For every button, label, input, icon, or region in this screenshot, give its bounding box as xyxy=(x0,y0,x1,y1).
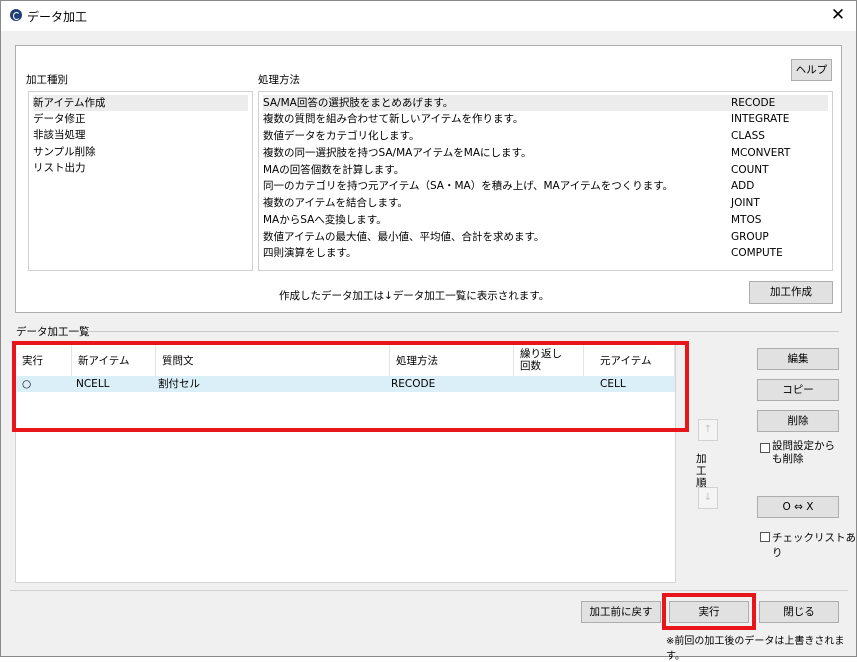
order-label: 加工順 xyxy=(696,453,707,489)
method-desc: 複数の同一選択肢を持つSA/MAアイテムをMAにします。 xyxy=(263,147,532,159)
move-up-button[interactable]: ↑ xyxy=(698,419,718,441)
type-item[interactable]: 非該当処理 xyxy=(33,127,86,143)
method-listbox[interactable]: SA/MA回答の選択肢をまとめあげます。 RECODE 複数の質問を組み合わせて新… xyxy=(258,91,833,271)
overwrite-note: ※前回の加工後のデータは上書きされます。 xyxy=(666,636,845,662)
method-desc: 同一のカテゴリを持つ元アイテム（SA・MA）を積み上げ、MAアイテムをつくります… xyxy=(263,180,674,192)
list-group-label: データ加工一覧 xyxy=(16,326,90,338)
method-item[interactable]: 複数のアイテムを結合します。 JOINT xyxy=(263,195,828,211)
method-desc: 数値アイテムの最大値、最小値、平均値、合計を求めます。 xyxy=(263,231,545,243)
type-item[interactable]: データ修正 xyxy=(33,111,86,127)
method-desc: 複数のアイテムを結合します。 xyxy=(263,197,408,209)
run-highlight-box xyxy=(662,593,756,630)
method-item[interactable]: 四則演算をします。 COMPUTE xyxy=(263,245,828,261)
method-item[interactable]: 同一のカテゴリを持つ元アイテム（SA・MA）を積み上げ、MAアイテムをつくります… xyxy=(263,178,828,194)
method-item[interactable]: MAからSAへ変換します。 MTOS xyxy=(263,212,828,228)
method-desc: 数値データをカテゴリ化します。 xyxy=(263,130,420,142)
highlight-box xyxy=(12,341,689,432)
method-name: MCONVERT xyxy=(731,147,791,159)
create-button[interactable]: 加工作成 xyxy=(749,281,833,304)
method-desc: SA/MA回答の選択肢をまとめあげます。 xyxy=(263,97,454,109)
footer-divider xyxy=(10,590,848,591)
method-item[interactable]: 数値アイテムの最大値、最小値、平均値、合計を求めます。 GROUP xyxy=(263,229,828,245)
type-listbox[interactable]: 新アイテム作成 データ修正 非該当処理 サンプル削除 リスト出力 xyxy=(28,91,253,271)
delete-setting-label: 設問設定からも削除 xyxy=(772,440,835,465)
method-desc: MAからSAへ変換します。 xyxy=(263,214,387,226)
title-bar: データ加工 ✕ xyxy=(1,1,856,31)
delete-setting-checkbox[interactable] xyxy=(760,443,770,453)
close-button[interactable]: 閉じる xyxy=(759,601,839,623)
method-name: RECODE xyxy=(731,97,776,109)
method-item[interactable]: MAの回答個数を計算します。 COUNT xyxy=(263,162,828,178)
method-name: GROUP xyxy=(731,231,769,243)
method-name: COUNT xyxy=(731,164,769,176)
method-label: 処理方法 xyxy=(258,74,300,86)
type-label: 加工種別 xyxy=(26,74,68,86)
method-name: INTEGRATE xyxy=(731,113,790,125)
method-item[interactable]: SA/MA回答の選択肢をまとめあげます。 RECODE xyxy=(263,95,828,111)
toggle-ox-button[interactable]: O ⇔ X xyxy=(757,496,839,518)
copy-button[interactable]: コピー xyxy=(757,379,839,401)
type-item[interactable]: サンプル削除 xyxy=(33,144,96,160)
method-item[interactable]: 複数の同一選択肢を持つSA/MAアイテムをMAにします。 MCONVERT xyxy=(263,145,828,161)
method-selection-panel: 加工種別 処理方法 ヘルプ 新アイテム作成 データ修正 非該当処理 サンプル削除… xyxy=(15,45,842,313)
delete-button[interactable]: 削除 xyxy=(757,410,839,432)
method-item[interactable]: 数値データをカテゴリ化します。 CLASS xyxy=(263,128,828,144)
info-text: 作成したデータ加工は↓データ加工一覧に表示されます。 xyxy=(279,290,550,302)
method-desc: MAの回答個数を計算します。 xyxy=(263,164,405,176)
data-processing-dialog: データ加工 ✕ 加工種別 処理方法 ヘルプ 新アイテム作成 データ修正 非該当処… xyxy=(0,0,857,662)
type-item[interactable]: リスト出力 xyxy=(33,160,86,176)
method-name: JOINT xyxy=(731,197,760,209)
method-name: COMPUTE xyxy=(731,247,783,259)
edit-button[interactable]: 編集 xyxy=(757,348,839,370)
method-item[interactable]: 複数の質問を組み合わせて新しいアイテムを作ります。 INTEGRATE xyxy=(263,111,828,127)
window-title: データ加工 xyxy=(27,10,88,24)
method-desc: 四則演算をします。 xyxy=(263,247,357,259)
group-divider xyxy=(87,331,839,332)
type-item[interactable]: 新アイテム作成 xyxy=(33,95,248,111)
method-name: MTOS xyxy=(731,214,762,226)
help-button[interactable]: ヘルプ xyxy=(791,59,832,81)
app-logo-icon xyxy=(10,9,22,21)
revert-button[interactable]: 加工前に戻す xyxy=(581,601,661,623)
method-desc: 複数の質問を組み合わせて新しいアイテムを作ります。 xyxy=(263,113,524,125)
close-icon[interactable]: ✕ xyxy=(828,5,848,25)
method-name: CLASS xyxy=(731,130,765,142)
method-name: ADD xyxy=(731,180,755,192)
move-down-button[interactable]: ↓ xyxy=(698,487,718,509)
checklist-label: チェックリストあり xyxy=(772,532,856,559)
checklist-checkbox[interactable] xyxy=(760,532,770,542)
